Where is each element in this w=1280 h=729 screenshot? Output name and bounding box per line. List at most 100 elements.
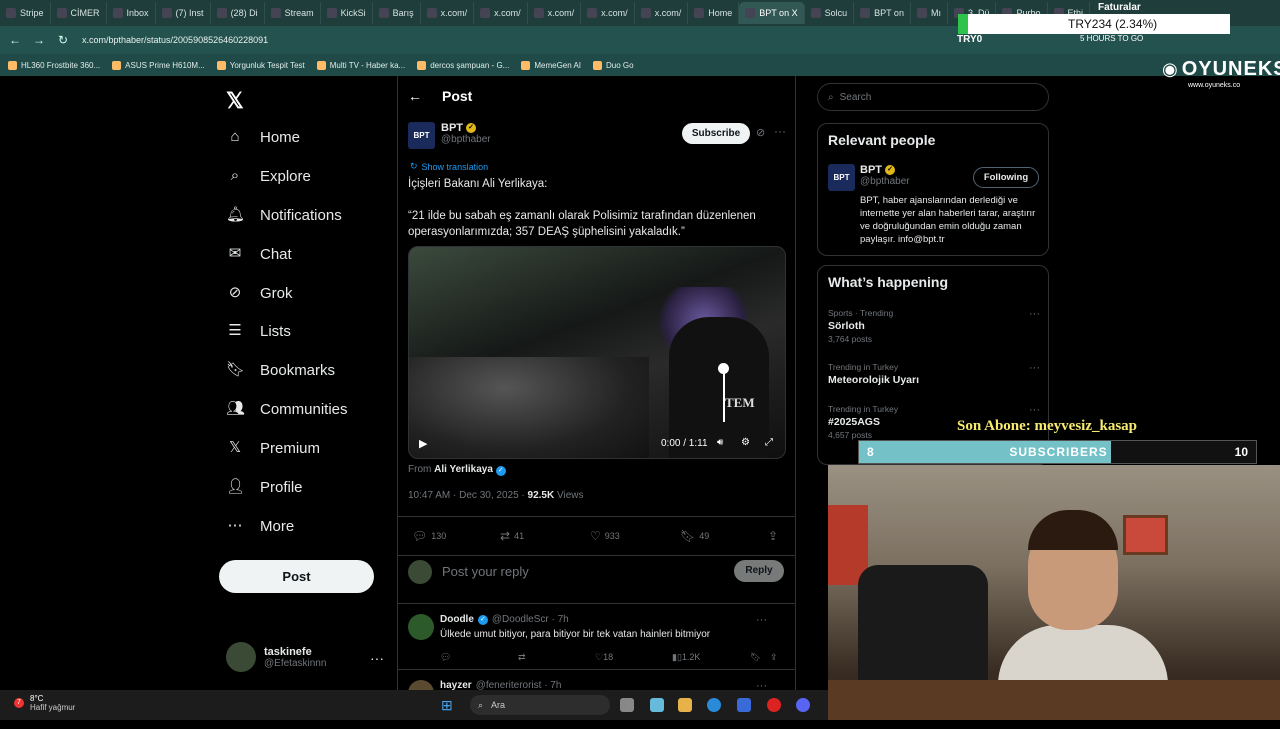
fullscreen-icon[interactable]: ⤢ [765,437,773,448]
nav-item-bookmarks[interactable]: 🔖︎ Bookmarks [226,361,335,379]
more-dots-icon[interactable]: ··· [1029,404,1040,416]
browser-tab[interactable]: (7) Inst [156,2,211,24]
bookmark-item[interactable]: ASUS Prime H610M... [112,60,205,70]
more-dots-icon[interactable]: ··· [370,650,384,666]
nav-item-notifications[interactable]: 🔔︎ Notifications [226,206,342,224]
browser-tab[interactable]: x.com/ [474,2,528,24]
browser-tab[interactable]: KickSi [321,2,373,24]
like-action[interactable]: ♡ 933 [590,529,620,543]
account-switcher[interactable]: taskinefe @Efetaskinnn [226,642,326,672]
reply-input[interactable]: Post your reply [442,564,529,579]
reply-icon[interactable]: 💬︎ [440,652,451,663]
discord-icon[interactable] [796,698,810,712]
more-dots-icon[interactable]: ··· [1029,308,1040,320]
avatar[interactable] [408,614,434,640]
taskbar-search[interactable]: ⌕ Ara [470,695,610,715]
play-icon[interactable]: ▶ [419,437,427,450]
browser-tab[interactable]: BPT on X [739,2,805,24]
browser-tab[interactable]: x.com/ [421,2,475,24]
comment-handle[interactable]: @DoodleScr · 7h [492,614,569,625]
weather-widget[interactable]: 7 8°C Hafif yağmur [14,694,75,712]
windows-start-icon[interactable]: ⊞ [441,697,453,714]
like-action[interactable]: ♡ 18 [595,652,613,663]
share-icon[interactable]: ⇪ [770,652,778,663]
bookmark-item[interactable]: Multi TV - Haber ka... [316,60,405,70]
nav-item-communities[interactable]: 👥︎ Communities [226,400,348,418]
grok-icon[interactable]: ⊘ [756,126,765,139]
trend-item[interactable]: Trending in Turkey Meteorolojik Uyarı ··… [828,362,1040,386]
x-logo-icon[interactable]: 𝕏 [226,88,244,114]
browser-tab[interactable]: Solcu [805,2,855,24]
comment-author[interactable]: Doodle [440,614,474,625]
bookmark-item[interactable]: dercos şampuan - G... [417,60,509,70]
nav-item-premium[interactable]: 𝕏 Premium [226,439,320,457]
relevant-name[interactable]: BPT [860,164,882,176]
video-player[interactable]: TEM ▶ 0:00 / 1:11 🔊︎ ⚙ ⤢ [408,246,786,459]
bookmark-icon[interactable]: 🔖︎ [750,652,761,663]
file-explorer-icon[interactable] [678,698,692,712]
following-button[interactable]: Following [973,167,1039,188]
author-avatar[interactable]: BPT [408,122,435,149]
bookmark-item[interactable]: Yorgunluk Tespit Test [216,60,305,70]
reply-action[interactable]: 💬︎ 130 [412,529,446,543]
browser-tab[interactable]: x.com/ [581,2,635,24]
show-translation-link[interactable]: ↻ Show translation [410,161,488,172]
bookmark-item[interactable]: Duo Go [593,60,634,70]
browser-tab[interactable]: Stream [265,2,321,24]
bookmark-item[interactable]: HL360 Frostbite 360... [8,60,100,70]
volume-icon[interactable]: 🔊︎ [717,437,723,448]
search-box[interactable]: ⌕ Search [817,83,1049,111]
views-action[interactable]: ▮▯ 1.2K [672,652,700,663]
nav-item-explore[interactable]: ⌕ Explore [226,167,311,185]
browser-tab[interactable]: Stripe [0,2,51,24]
more-dots-icon[interactable]: ··· [774,124,786,138]
browser-tab[interactable]: Barış [373,2,421,24]
browser-tab[interactable]: x.com/ [635,2,689,24]
back-arrow-icon[interactable]: ← [408,88,422,104]
nav-item-grok[interactable]: ⊘ Grok [226,284,293,302]
forward-nav-icon[interactable]: → [30,31,48,49]
browser-tab[interactable]: x.com/ [528,2,582,24]
url-field[interactable]: x.com/bpthaber/status/200590852646022809… [82,35,268,45]
browser-tab[interactable]: Inbox [107,2,156,24]
bookmark-item[interactable]: MemeGen AI [521,60,581,70]
back-nav-icon[interactable]: ← [6,31,24,49]
more-dots-icon[interactable]: ··· [756,614,767,626]
reply-button[interactable]: Reply [734,560,784,582]
nav-item-home[interactable]: ⌂ Home [226,128,300,146]
share-action[interactable]: ⇪ [768,529,778,543]
browser-tab[interactable]: (28) Di [211,2,265,24]
nav-item-chat[interactable]: ✉ Chat [226,245,292,263]
nav-item-profile[interactable]: 👤︎ Profile [226,478,303,496]
nav-item-lists[interactable]: ☰ Lists [226,322,291,340]
repost-icon[interactable]: ⇄ [518,652,526,663]
post-button[interactable]: Post [219,560,374,593]
taskview-icon[interactable] [620,698,634,712]
post-author[interactable]: BPT BPT ✓ @bpthaber [408,122,491,149]
nav-item-more[interactable]: ⋯ More [226,517,295,535]
relevant-avatar[interactable]: BPT [828,164,855,191]
trend-item[interactable]: Sports · Trending Sörloth 3,764 posts ··… [828,308,1040,344]
browser-tab[interactable]: BPT on [854,2,911,24]
relevant-handle[interactable]: @bpthaber [860,176,910,187]
post-timestamp[interactable]: 10:47 AM · Dec 30, 2025 · [408,490,525,501]
from-name[interactable]: Ali Yerlikaya [434,464,493,475]
comment[interactable]: Doodle ✓ @DoodleScr · 7h ··· Ülkede umut… [398,603,796,669]
store-icon[interactable] [737,698,751,712]
opera-icon[interactable] [767,698,781,712]
copilot-icon[interactable] [650,698,664,712]
repost-action[interactable]: ⇄ 41 [500,529,524,543]
settings-gear-icon[interactable]: ⚙ [741,437,750,448]
more-dots-icon[interactable]: ··· [1029,362,1040,374]
browser-tab[interactable]: CİMER [51,2,107,24]
author-handle[interactable]: @bpthaber [441,134,491,145]
author-name[interactable]: BPT [441,122,463,134]
volume-slider-handle[interactable] [718,363,729,374]
edge-icon[interactable] [707,698,721,712]
search-input[interactable]: Search [840,92,872,103]
subscribe-button[interactable]: Subscribe [682,123,750,144]
reload-icon[interactable]: ↻ [54,31,72,49]
bookmark-action[interactable]: 🔖︎ 49 [680,529,709,543]
browser-tab[interactable]: Home [688,2,740,24]
browser-tab[interactable]: Mı [911,2,948,24]
